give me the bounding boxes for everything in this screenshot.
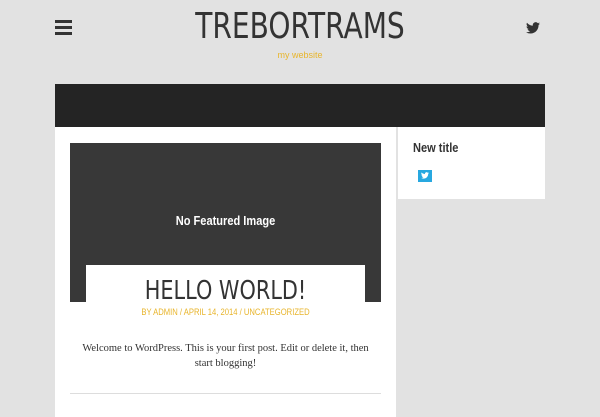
post-excerpt: Welcome to WordPress. This is your first… [82, 343, 369, 369]
site-tagline: my website [277, 50, 323, 60]
site-title[interactable]: TREBORTRAMS [66, 4, 534, 50]
author-link[interactable]: ADMIN [153, 307, 178, 317]
category-link[interactable]: UNCATEGORIZED [244, 307, 310, 317]
navigation-bar [55, 84, 545, 127]
featured-placeholder-text: No Featured Image [175, 213, 276, 228]
main-content: No Featured Image HELLO WORLD! BY ADMIN … [55, 127, 396, 417]
sidebar-widget: New title [398, 127, 545, 199]
widget-title: New title [413, 140, 459, 155]
post-title[interactable]: HELLO WORLD! [114, 275, 337, 307]
twitter-icon[interactable] [526, 21, 540, 34]
post-date: APRIL 14, 2014 [183, 307, 238, 317]
divider [70, 393, 381, 394]
meta-by: BY [141, 307, 154, 317]
post-meta: BY ADMIN / APRIL 14, 2014 / UNCATEGORIZE… [81, 307, 371, 317]
twitter-icon[interactable] [418, 170, 432, 182]
